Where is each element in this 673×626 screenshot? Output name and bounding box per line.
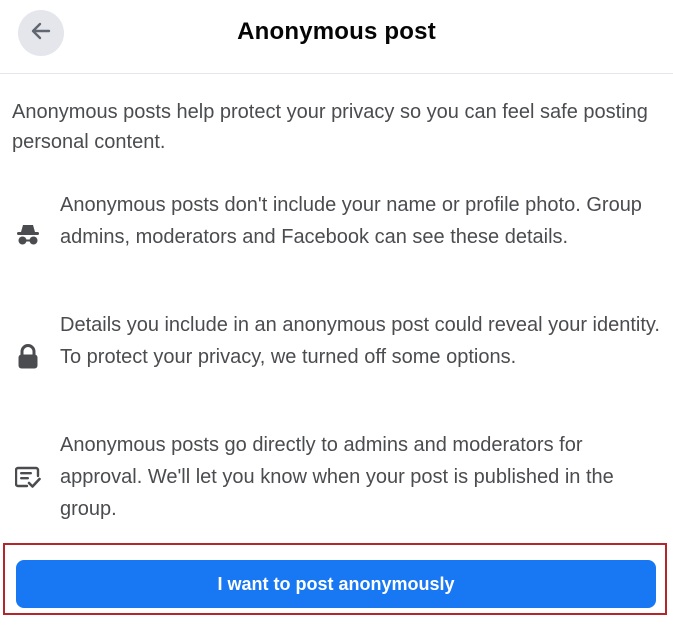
dialog-header: Anonymous post xyxy=(0,0,673,74)
approval-icon xyxy=(14,463,42,491)
info-item-text: Anonymous posts go directly to admins an… xyxy=(60,434,614,520)
post-anonymously-button[interactable]: I want to post anonymously xyxy=(16,560,656,608)
page-title: Anonymous post xyxy=(237,18,436,45)
incognito-icon xyxy=(14,221,42,249)
lock-icon xyxy=(14,343,42,371)
intro-text: Anonymous posts help protect your privac… xyxy=(12,101,648,153)
info-item-text: Details you include in an anonymous post… xyxy=(60,314,660,368)
info-item-text: Anonymous posts don't include your name … xyxy=(60,194,642,248)
